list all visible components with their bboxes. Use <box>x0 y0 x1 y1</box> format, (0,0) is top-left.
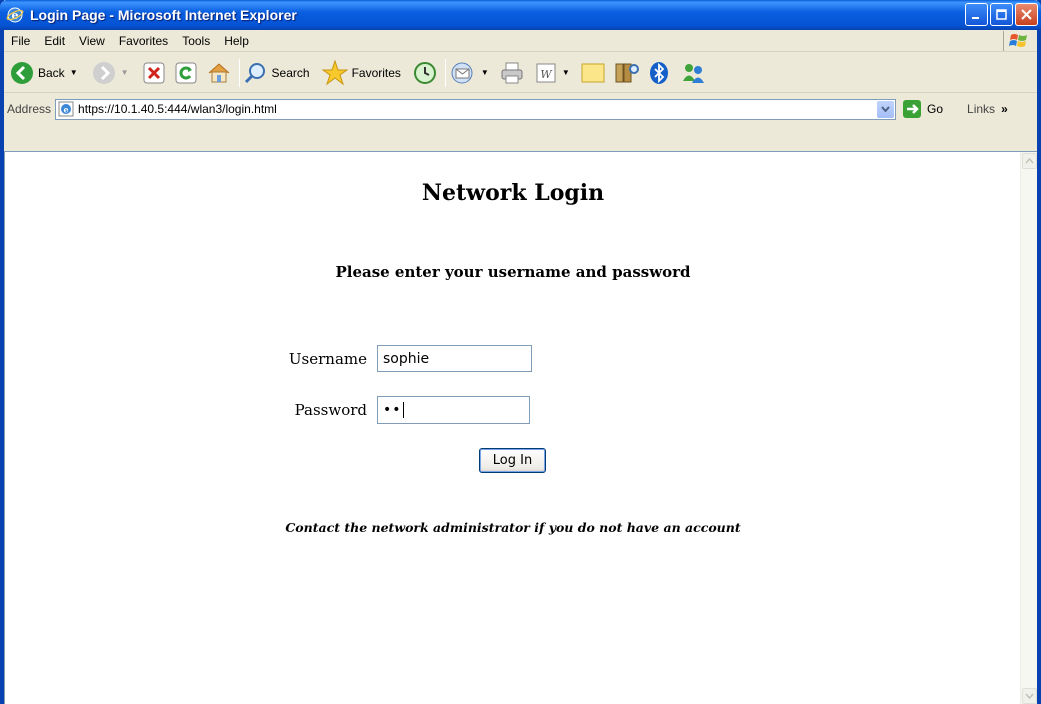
chevron-down-icon <box>881 106 890 112</box>
maximize-button[interactable] <box>990 3 1013 26</box>
svg-text:e: e <box>63 105 68 115</box>
edit-dropdown-icon[interactable]: ▼ <box>562 68 570 77</box>
favorites-button[interactable]: Favorites <box>321 59 401 86</box>
login-button[interactable]: Log In <box>479 448 546 473</box>
page-viewport: Network Login Please enter your username… <box>4 151 1037 704</box>
text-cursor <box>402 402 404 418</box>
refresh-button[interactable] <box>175 62 197 84</box>
bluetooth-button[interactable] <box>648 61 670 85</box>
password-masked-value: •• <box>383 402 402 418</box>
chevron-right-icon: » <box>1001 102 1008 116</box>
links-button[interactable]: Links » <box>967 102 1008 116</box>
username-label: Username <box>288 349 367 368</box>
back-icon <box>11 61 33 84</box>
toolbar: Back ▼ ▼ Search Favorites ▼ W ▼ <box>4 53 1037 93</box>
discuss-button[interactable] <box>580 61 606 85</box>
chevron-up-icon <box>1025 158 1034 164</box>
menu-favorites[interactable]: Favorites <box>112 34 175 48</box>
print-button[interactable] <box>499 61 525 85</box>
window-frame-right <box>1037 0 1041 704</box>
toolbar-separator <box>444 58 446 87</box>
forward-button[interactable]: ▼ <box>92 61 129 85</box>
close-button[interactable] <box>1015 3 1038 26</box>
mail-icon <box>451 62 473 83</box>
password-input[interactable]: •• <box>377 396 530 424</box>
window-title: Login Page - Microsoft Internet Explorer <box>30 7 297 23</box>
chevron-down-icon <box>1025 693 1034 699</box>
mail-button[interactable]: ▼ <box>450 61 489 85</box>
address-input[interactable]: e https://10.1.40.5:444/wlan3/login.html <box>55 98 897 120</box>
menu-view[interactable]: View <box>72 34 112 48</box>
stop-icon <box>143 62 165 83</box>
research-icon <box>615 63 639 82</box>
note-icon <box>581 63 605 82</box>
address-dropdown-button[interactable] <box>877 100 895 118</box>
title-bar[interactable]: e Login Page - Microsoft Internet Explor… <box>0 0 1041 30</box>
svg-text:W: W <box>540 68 553 81</box>
go-arrow-icon <box>903 100 922 118</box>
internet-explorer-icon: e <box>6 7 24 23</box>
links-label: Links <box>967 102 996 116</box>
mail-dropdown-icon[interactable]: ▼ <box>481 68 489 77</box>
forward-icon <box>92 61 115 84</box>
history-button[interactable] <box>413 61 437 85</box>
username-input[interactable]: sophie <box>377 345 532 372</box>
menu-bar: File Edit View Favorites Tools Help <box>4 30 1037 52</box>
page-title: Network Login <box>421 180 605 206</box>
menu-tools[interactable]: Tools <box>175 34 217 48</box>
username-value: sophie <box>383 350 430 367</box>
home-button[interactable] <box>207 61 231 85</box>
maximize-icon <box>996 9 1007 20</box>
address-bar: Address e https://10.1.40.5:444/wlan3/lo… <box>4 94 1037 124</box>
word-icon: W <box>536 63 556 82</box>
minimize-button[interactable] <box>965 3 988 26</box>
refresh-icon <box>175 62 197 83</box>
go-button[interactable]: Go <box>902 99 943 119</box>
toolbar-separator <box>238 58 240 87</box>
close-icon <box>1021 9 1032 20</box>
username-row: Username sophie <box>277 345 532 372</box>
page-icon: e <box>58 101 74 117</box>
minimize-icon <box>972 17 979 19</box>
go-label: Go <box>927 102 944 116</box>
address-label: Address <box>7 102 52 116</box>
scroll-down-button[interactable] <box>1022 688 1037 704</box>
menu-file[interactable]: File <box>4 34 37 48</box>
menu-help[interactable]: Help <box>217 34 256 48</box>
stop-button[interactable] <box>143 62 165 84</box>
search-label: Search <box>271 65 310 80</box>
back-dropdown-icon[interactable]: ▼ <box>70 68 78 77</box>
password-row: Password •• <box>277 396 530 424</box>
print-icon <box>501 62 523 83</box>
contact-note: Contact the network administrator if you… <box>285 520 741 535</box>
research-button[interactable] <box>614 61 640 85</box>
messenger-icon <box>682 63 704 83</box>
history-icon <box>413 61 436 84</box>
address-url: https://10.1.40.5:444/wlan3/login.html <box>78 102 277 116</box>
forward-dropdown-icon[interactable]: ▼ <box>121 68 129 77</box>
back-label: Back <box>38 65 65 80</box>
vertical-scrollbar[interactable] <box>1020 152 1037 704</box>
scroll-up-button[interactable] <box>1022 153 1037 169</box>
messenger-button[interactable] <box>680 61 708 85</box>
bluetooth-icon <box>649 61 668 84</box>
menu-edit[interactable]: Edit <box>37 34 72 48</box>
page-subtitle: Please enter your username and password <box>335 263 691 281</box>
search-icon <box>244 62 265 83</box>
search-button[interactable]: Search <box>244 61 310 85</box>
password-label: Password <box>294 401 367 419</box>
favorites-star-icon <box>321 59 348 85</box>
windows-flag-icon <box>1003 31 1033 51</box>
favorites-label: Favorites <box>351 65 401 80</box>
back-button[interactable]: Back ▼ <box>10 61 78 85</box>
home-icon <box>208 62 229 82</box>
edit-word-button[interactable]: W ▼ <box>535 62 570 84</box>
